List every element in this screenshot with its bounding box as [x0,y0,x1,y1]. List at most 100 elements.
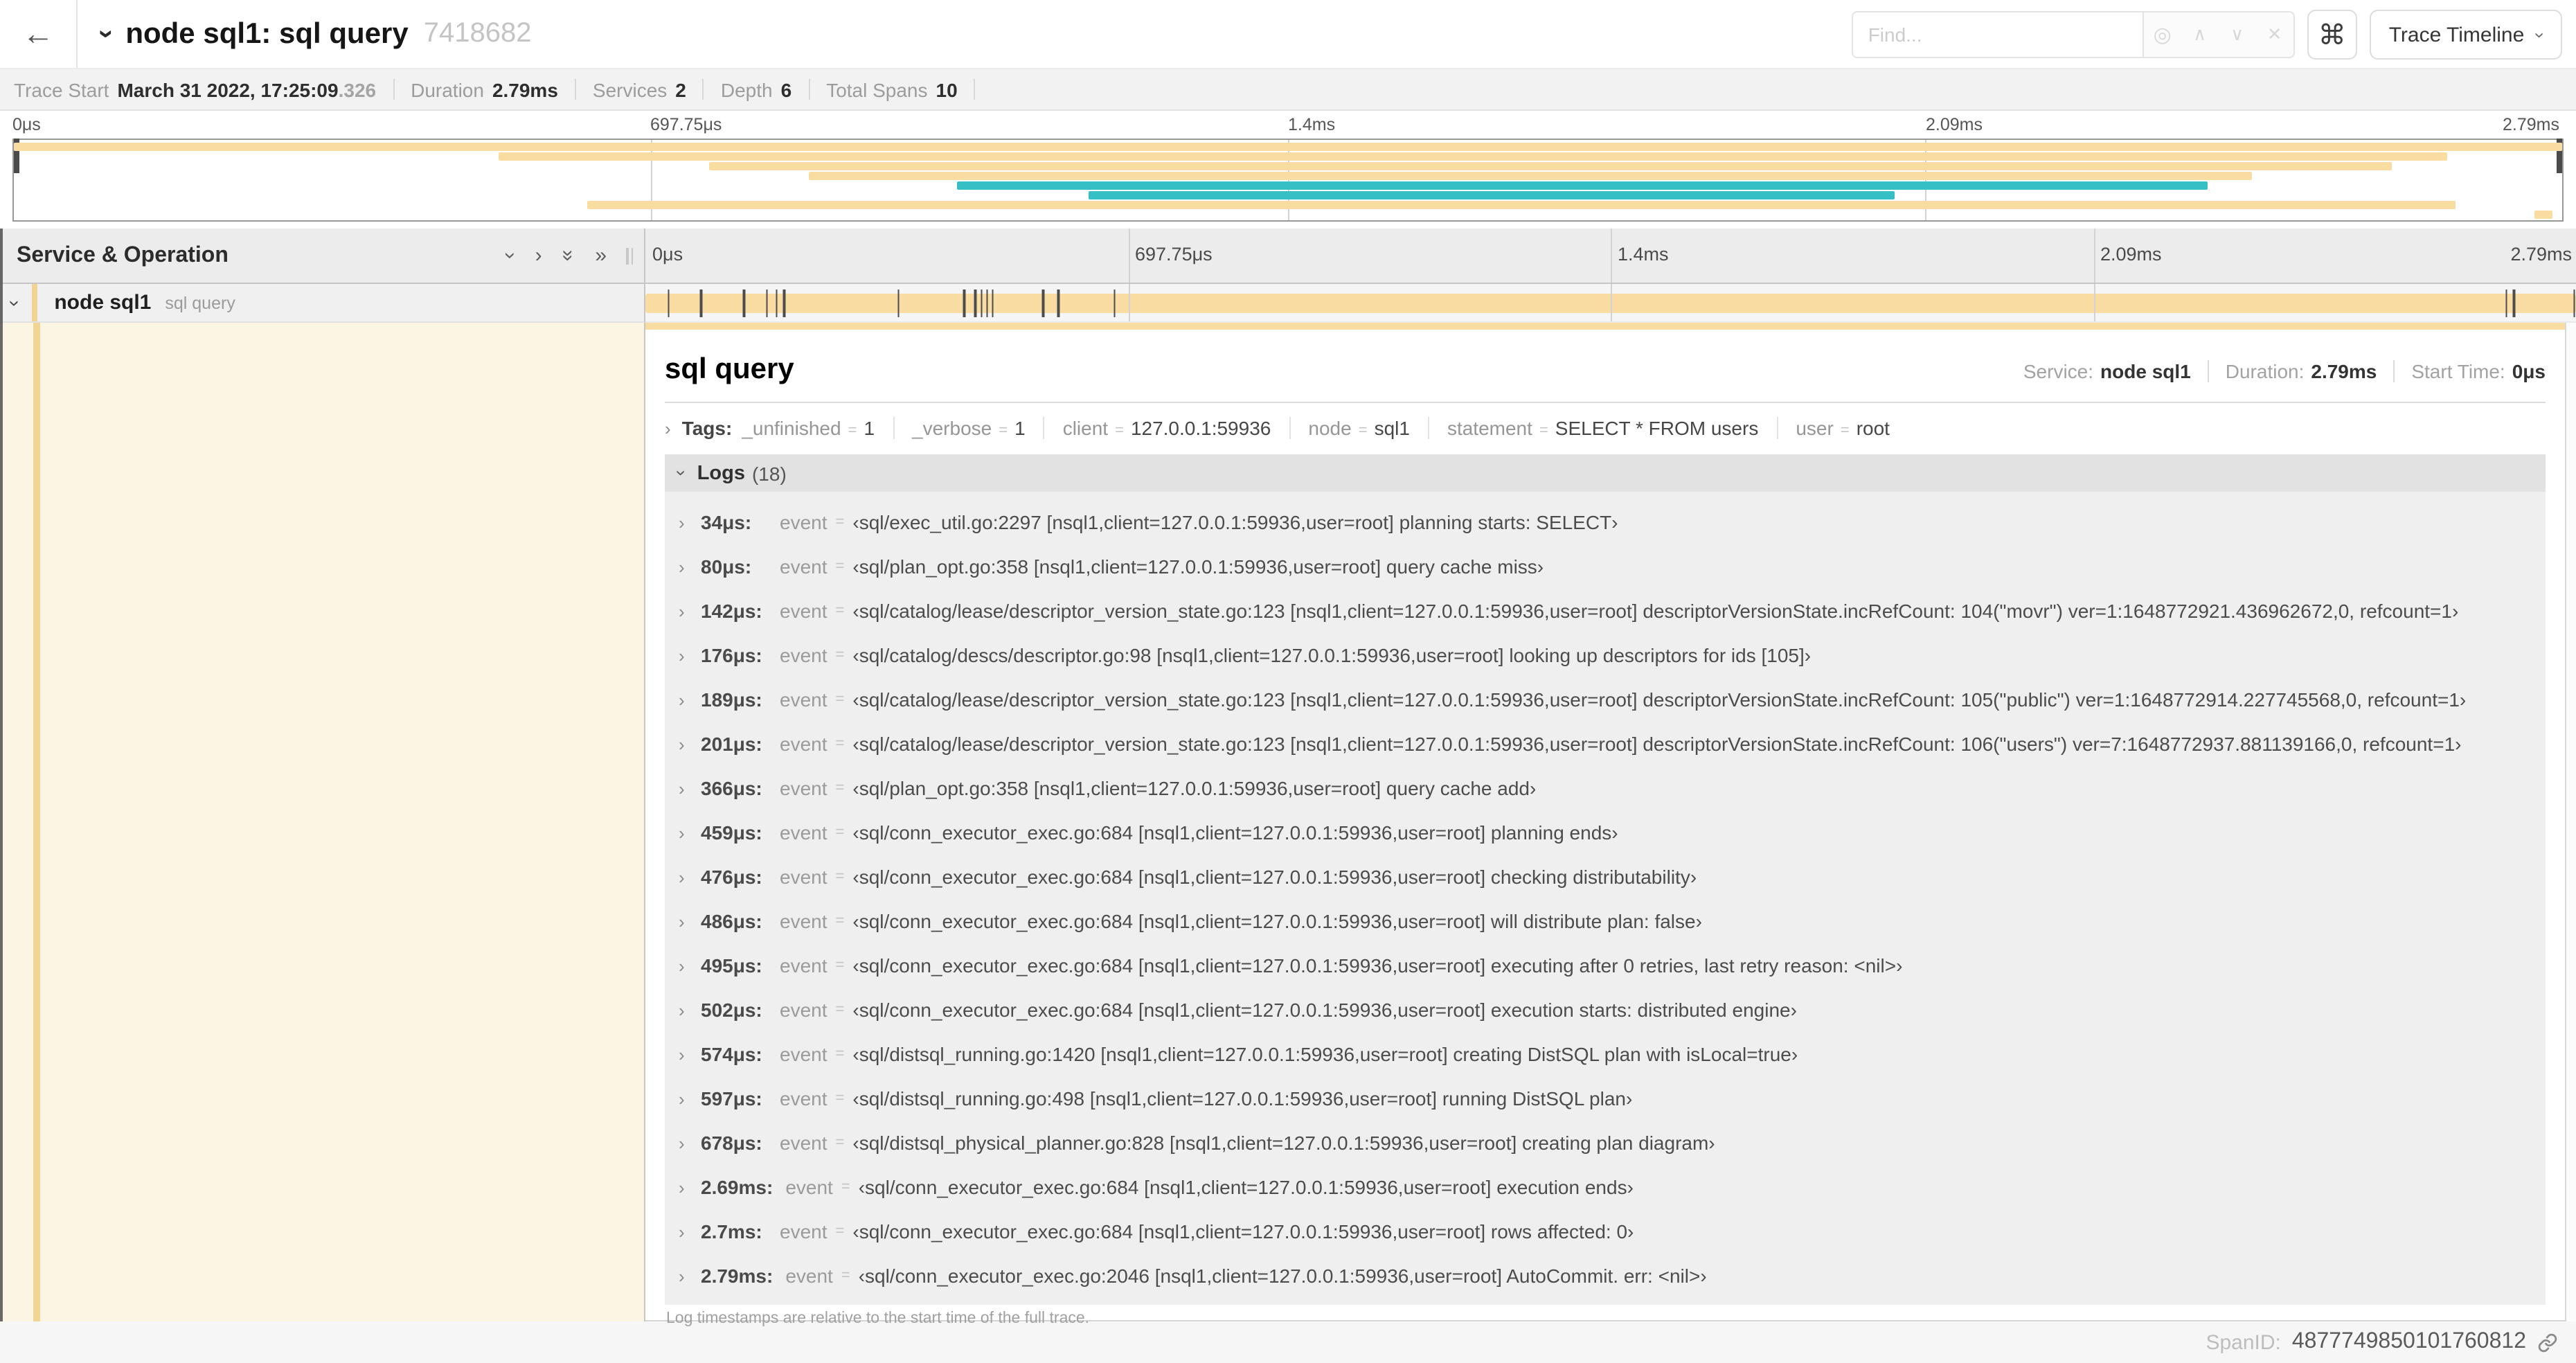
log-expand-chevron-icon[interactable]: › [679,911,701,932]
log-expand-chevron-icon[interactable]: › [679,1265,701,1286]
timeline-gridline [2093,284,2095,321]
logs-count: (18) [751,462,787,484]
log-field-name: event [780,555,828,578]
log-expand-chevron-icon[interactable]: › [679,1221,701,1242]
tags-list: _unfinished = 1 _verbose = 1 client = 12… [742,417,1890,439]
keyboard-shortcuts-button[interactable]: ⌘ [2307,10,2357,60]
locate-icon[interactable]: ◎ [2144,22,2181,47]
log-expand-chevron-icon[interactable]: › [679,866,701,887]
minimap-canvas[interactable] [12,139,2564,222]
log-expand-chevron-icon[interactable]: › [679,733,701,754]
expand-all-icon[interactable]: » [595,245,607,266]
log-marker [700,289,703,317]
span-collapse-chevron-icon[interactable]: › [5,299,27,305]
log-expand-chevron-icon[interactable]: › [679,999,701,1020]
log-field-name: event [780,777,828,799]
span-row-name-cell[interactable]: › node sql1 sql query [0,284,645,323]
timeline-tick-label: 2.79ms [2503,115,2559,134]
trace-view-selector[interactable]: Trace Timeline › [2369,10,2562,60]
log-entry-row[interactable]: › 176μs: event = ‹sql/catalog/descs/desc… [679,633,2532,677]
collapse-chevron-icon[interactable]: › [90,29,122,38]
log-timestamp: 574μs: [701,1043,762,1065]
log-expand-chevron-icon[interactable]: › [679,689,701,710]
log-expand-chevron-icon[interactable]: › [679,556,701,577]
log-entry-row[interactable]: › 502μs: event = ‹sql/conn_executor_exec… [679,988,2532,1032]
span-overview-label: Service: [2023,360,2094,382]
span-overview-item: Start Time: 0μs [2393,360,2546,382]
log-expand-chevron-icon[interactable]: › [679,1177,701,1197]
log-message: ‹sql/conn_executor_exec.go:684 [nsql1,cl… [852,999,1797,1021]
deep-link-icon[interactable] [2537,1332,2558,1353]
command-icon: ⌘ [2318,20,2346,51]
back-arrow-icon: ← [22,15,54,51]
log-entry-row[interactable]: › 678μs: event = ‹sql/distsql_physical_p… [679,1121,2532,1165]
log-equals: = [841,1179,850,1195]
log-expand-chevron-icon[interactable]: › [679,1088,701,1109]
log-entry-row[interactable]: › 486μs: event = ‹sql/conn_executor_exec… [679,899,2532,943]
log-entry-row[interactable]: › 201μs: event = ‹sql/catalog/lease/desc… [679,722,2532,766]
left-edge-line [0,229,3,1321]
log-equals: = [835,558,845,575]
expand-one-icon[interactable]: › [535,245,542,266]
timeline-tick-label: 0μs [12,115,41,134]
log-entry-row[interactable]: › 2.7ms: event = ‹sql/conn_executor_exec… [679,1209,2532,1254]
log-field-name: event [785,1176,833,1198]
log-equals: = [835,1090,845,1107]
log-marker [897,289,900,317]
log-equals: = [835,780,845,796]
log-expand-chevron-icon[interactable]: › [679,1132,701,1153]
log-timestamp: 486μs: [701,910,762,932]
log-expand-chevron-icon[interactable]: › [679,645,701,666]
tag-equals: = [1115,422,1124,439]
log-equals: = [835,1001,845,1018]
log-marker [2573,289,2575,317]
back-button[interactable]: ← [0,0,78,68]
logs-label: Logs [697,462,745,484]
logs-header[interactable]: › Logs (18) [665,454,2546,492]
log-entry-row[interactable]: › 189μs: event = ‹sql/catalog/lease/desc… [679,677,2532,722]
log-entry-row[interactable]: › 34μs: event = ‹sql/exec_util.go:2297 [… [679,500,2532,544]
span-id-bar: SpanID: 4877749850101760812 [0,1321,2576,1363]
span-detail-title: sql query [665,353,794,385]
log-marker [963,289,965,317]
log-expand-chevron-icon[interactable]: › [679,1044,701,1064]
find-next-icon[interactable]: ∨ [2219,24,2256,46]
timeline-ruler[interactable]: 0μs 697.75μs 1.4ms 2.09ms 2.79ms [645,229,2576,283]
log-equals: = [835,824,845,841]
log-entry-row[interactable]: › 476μs: event = ‹sql/conn_executor_exec… [679,855,2532,899]
log-expand-chevron-icon[interactable]: › [679,512,701,533]
find-prev-icon[interactable]: ∧ [2181,24,2219,46]
find-input[interactable] [1851,11,2143,58]
log-expand-chevron-icon[interactable]: › [679,778,701,799]
timeline-tick-label: 697.75μs [650,115,722,134]
log-entry-row[interactable]: › 366μs: event = ‹sql/plan_opt.go:358 [n… [679,766,2532,810]
collapse-all-icon[interactable]: » [557,250,580,262]
timeline-tick-label: 697.75μs [1135,244,1213,265]
span-row-timeline-cell[interactable] [645,284,2576,323]
log-entry-row[interactable]: › 142μs: event = ‹sql/catalog/lease/desc… [679,589,2532,633]
log-expand-chevron-icon[interactable]: › [679,822,701,843]
log-expand-chevron-icon[interactable]: › [679,600,701,621]
log-entry-row[interactable]: › 459μs: event = ‹sql/conn_executor_exec… [679,810,2532,855]
log-entry-row[interactable]: › 597μs: event = ‹sql/distsql_running.go… [679,1076,2532,1121]
log-marker [766,289,769,317]
column-resize-grip[interactable] [626,247,633,264]
log-entry-row[interactable]: › 2.69ms: event = ‹sql/conn_executor_exe… [679,1165,2532,1209]
log-entry-row[interactable]: › 495μs: event = ‹sql/conn_executor_exec… [679,943,2532,988]
log-entry-row[interactable]: › 574μs: event = ‹sql/distsql_running.go… [679,1032,2532,1076]
minimap-span-bar [956,181,2208,190]
trace-info-suffix: .326 [338,78,377,100]
log-entry-row[interactable]: › 80μs: event = ‹sql/plan_opt.go:358 [ns… [679,544,2532,589]
find-clear-icon[interactable]: ✕ [2256,24,2293,46]
tags-row[interactable]: › Tags: _unfinished = 1 _verbose = 1 cli… [665,414,2546,442]
tags-expand-chevron-icon[interactable]: › [665,418,671,438]
logs-collapse-chevron-icon[interactable]: › [671,470,692,476]
log-entry-row[interactable]: › 2.79ms: event = ‹sql/conn_executor_exe… [679,1254,2532,1298]
log-message: ‹sql/distsql_running.go:498 [nsql1,clien… [852,1087,1633,1110]
log-marker [1057,289,1060,317]
log-expand-chevron-icon[interactable]: › [679,955,701,976]
collapse-one-icon[interactable]: › [499,252,523,259]
log-equals: = [835,868,845,885]
header-controls: ◎ ∧ ∨ ✕ ⌘ Trace Timeline › [1851,10,2562,60]
trace-info-item: Services 2 [593,78,721,100]
